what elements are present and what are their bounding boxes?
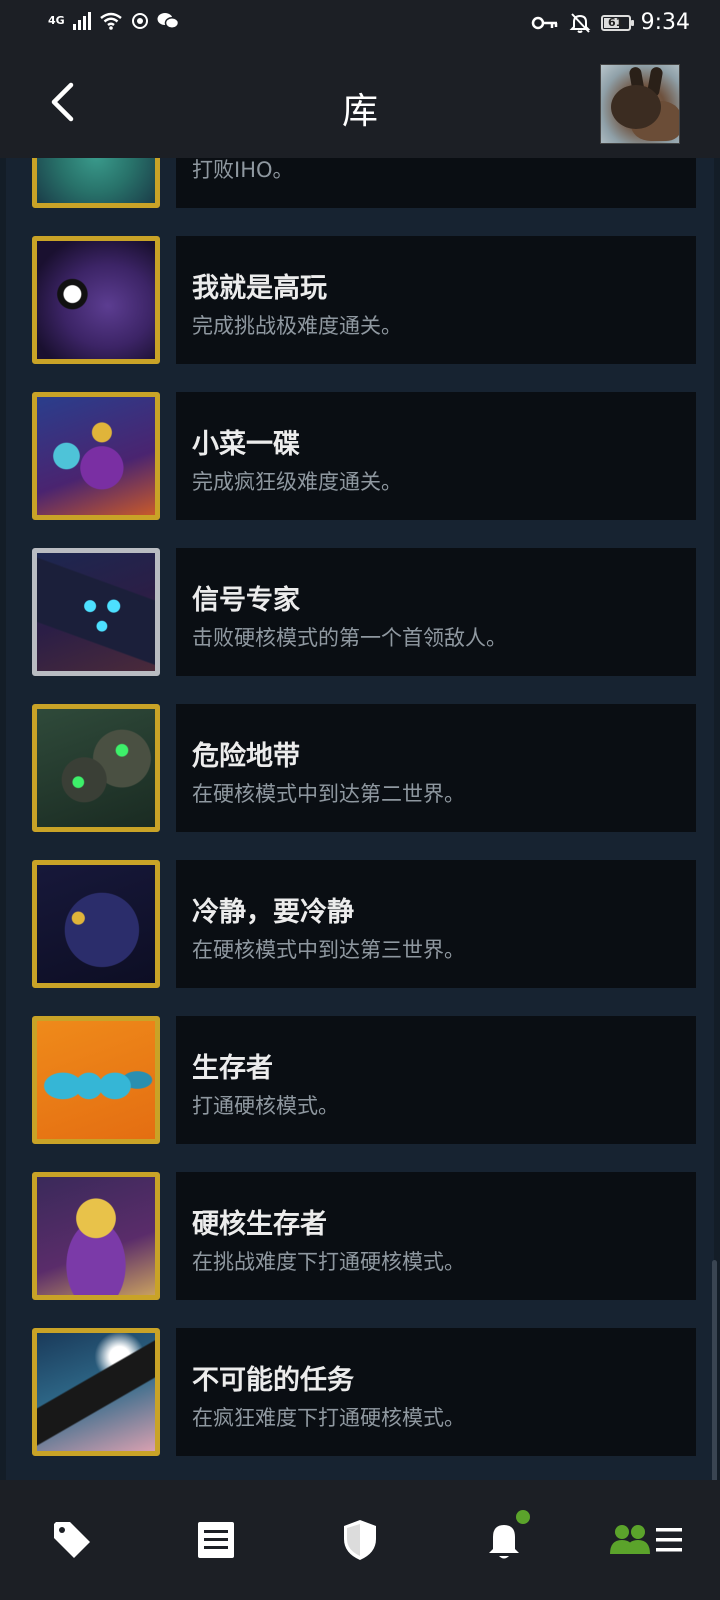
avatar[interactable] (600, 64, 680, 144)
nav-notifications[interactable] (432, 1480, 576, 1600)
tag-icon (54, 1522, 90, 1558)
clock: 9:34 (640, 10, 690, 35)
blue-pins-icon (32, 1016, 160, 1144)
list-item[interactable]: 我就是高玩 完成挑战极难度通关。 (32, 236, 696, 364)
battery-icon: 61 (600, 14, 634, 31)
achievement-name: 生存者 (192, 1053, 273, 1084)
list-item[interactable]: 小菜一碟 完成疯狂级难度通关。 (32, 392, 696, 520)
notification-bell-icon (489, 1525, 519, 1559)
mute-bell-icon (569, 12, 591, 33)
key-icon (531, 16, 557, 29)
achievement-card: 冷静，要冷静 在硬核模式中到达第三世界。 (176, 860, 696, 988)
achievement-card: 我就是高玩 完成挑战极难度通关。 (176, 236, 696, 364)
achievement-card: 硬核生存者 在挑战难度下打通硬核模式。 (176, 1172, 696, 1300)
list-item[interactable]: 冷静，要冷静 在硬核模式中到达第三世界。 (32, 860, 696, 988)
achievement-description: 打败IHO。 (192, 158, 294, 182)
hotspot-icon (131, 13, 148, 29)
achievement-list[interactable]: 打败IHO。 我就是高玩 完成挑战极难度通关。 小菜一碟 完成疯狂级难度通关。 … (0, 158, 720, 1480)
green-eyed-creatures-icon (32, 704, 160, 832)
achievement-description: 在疯狂难度下打通硬核模式。 (192, 1406, 465, 1430)
achievement-card: 不可能的任务 在疯狂难度下打通硬核模式。 (176, 1328, 696, 1456)
achievement-card: 小菜一碟 完成疯狂级难度通关。 (176, 392, 696, 520)
status-bar: 4G 61 9:34 (0, 0, 720, 50)
list-item[interactable]: 生存者 打通硬核模式。 (32, 1016, 696, 1144)
achievement-name: 冷静，要冷静 (192, 897, 354, 928)
achievement-name: 危险地带 (192, 741, 300, 772)
wifi-icon (99, 12, 122, 30)
nav-store[interactable] (0, 1480, 144, 1600)
achievement-name: 硬核生存者 (192, 1209, 327, 1240)
achievement-description: 击败硬核模式的第一个首领敌人。 (192, 626, 507, 650)
bottom-nav (0, 1480, 720, 1600)
dark-blob-icon (32, 860, 160, 988)
achievement-description: 在硬核模式中到达第二世界。 (192, 782, 465, 806)
achievement-card: 信号专家 击败硬核模式的第一个首领敌人。 (176, 548, 696, 676)
wechat-icon (157, 13, 179, 29)
achievement-card: 生存者 打通硬核模式。 (176, 1016, 696, 1144)
news-icon (198, 1522, 234, 1558)
golden-helmet-knight-icon (32, 1172, 160, 1300)
achievement-card: 打败IHO。 (176, 158, 696, 208)
achievement-description: 打通硬核模式。 (192, 1094, 339, 1118)
app-header: 库 (0, 50, 720, 158)
app-root: 4G 61 9:34 库 打败IHO。 我就是高玩 完成挑战极难度通关。 小菜一… (0, 0, 720, 1600)
achievement-name: 不可能的任务 (192, 1365, 354, 1396)
cellular-network-label: 4G (48, 14, 65, 27)
nav-news[interactable] (144, 1480, 288, 1600)
status-left: 4G (48, 12, 179, 30)
list-item[interactable]: 不可能的任务 在疯狂难度下打通硬核模式。 (32, 1328, 696, 1456)
achievement-name: 信号专家 (192, 585, 300, 616)
scrollbar[interactable] (712, 1260, 717, 1480)
shield-icon (344, 1520, 376, 1560)
achievement-list-inner: 打败IHO。 我就是高玩 完成挑战极难度通关。 小菜一碟 完成疯狂级难度通关。 … (6, 158, 714, 1480)
spaceship-icon (32, 1328, 160, 1456)
nav-guard[interactable] (288, 1480, 432, 1600)
green-monster-icon (32, 158, 160, 208)
list-item[interactable]: 信号专家 击败硬核模式的第一个首领敌人。 (32, 548, 696, 676)
achievement-description: 在硬核模式中到达第三世界。 (192, 938, 465, 962)
achievement-description: 在挑战难度下打通硬核模式。 (192, 1250, 465, 1274)
achievement-description: 完成疯狂级难度通关。 (192, 470, 402, 494)
signal-icon (72, 12, 91, 30)
achievement-name: 小菜一碟 (192, 429, 300, 460)
achievement-name: 我就是高玩 (192, 273, 327, 304)
heroes-group-icon (32, 392, 160, 520)
status-right: 61 9:34 (531, 10, 690, 35)
friends-menu-icon (610, 1525, 682, 1554)
purple-beast-icon (32, 236, 160, 364)
list-item[interactable]: 硬核生存者 在挑战难度下打通硬核模式。 (32, 1172, 696, 1300)
robot-screen-icon (32, 548, 160, 676)
list-item[interactable]: 危险地带 在硬核模式中到达第二世界。 (32, 704, 696, 832)
list-item[interactable]: 打败IHO。 (32, 158, 696, 208)
nav-friends-menu[interactable] (576, 1480, 720, 1600)
battery-level: 61 (607, 16, 624, 29)
achievement-card: 危险地带 在硬核模式中到达第二世界。 (176, 704, 696, 832)
achievement-description: 完成挑战极难度通关。 (192, 314, 402, 338)
notification-badge (516, 1510, 530, 1524)
